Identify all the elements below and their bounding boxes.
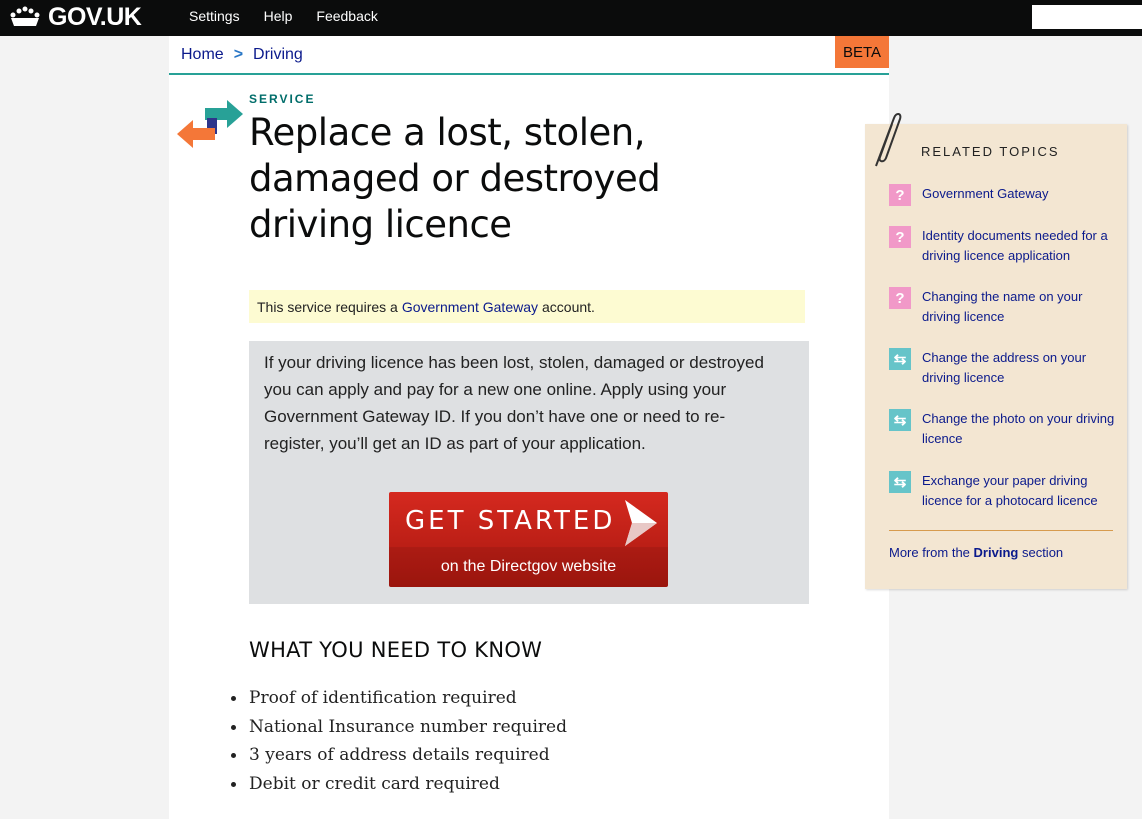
swap-arrows-icon: ⇆ [889,409,911,431]
related-topic-link[interactable]: Identity documents needed for a driving … [922,226,1119,266]
more-prefix: More from the [889,545,970,560]
list-item: National Insurance number required [231,713,567,742]
breadcrumb-driving[interactable]: Driving [253,46,303,64]
question-icon: ? [889,287,911,309]
paperclip-icon [875,113,902,167]
related-topic: ? Government Gateway [889,184,1119,206]
related-topic: ? Identity documents needed for a drivin… [889,226,1119,266]
gateway-notice: This service requires a Government Gatew… [249,290,805,323]
swap-arrows-icon: ⇆ [889,471,911,493]
list-item: Debit or credit card required [231,770,567,799]
requirements-list: Proof of identification required Nationa… [231,684,567,799]
list-item: 3 years of address details required [231,741,567,770]
question-icon: ? [889,184,911,206]
main-content: Home > Driving BETA SERVICE Replace a lo… [169,36,889,819]
related-topic-link[interactable]: Exchange your paper driving licence for … [922,471,1119,511]
nav-feedback[interactable]: Feedback [316,8,377,24]
nav-settings[interactable]: Settings [189,8,240,24]
top-nav: Settings Help Feedback [189,0,402,32]
beta-badge: BETA [835,36,889,68]
related-topic-link[interactable]: Government Gateway [922,184,1048,204]
divider [889,530,1113,531]
question-icon: ? [889,226,911,248]
chevron-right-icon [625,500,657,546]
service-arrows-icon [177,100,243,148]
service-label: SERVICE [249,92,316,106]
callout-text: If your driving licence has been lost, s… [264,353,764,453]
swap-arrows-icon: ⇆ [889,348,911,370]
logo-text: GOV.UK [48,2,142,31]
list-item: Proof of identification required [231,684,567,713]
more-suffix: section [1021,545,1064,560]
breadcrumb: Home > Driving [181,46,303,64]
search-input[interactable] [1032,5,1142,29]
get-started-sublabel: on the Directgov website [389,547,668,587]
more-section-name: Driving [973,545,1019,560]
chevron-right-icon: > [233,46,244,63]
page-title: Replace a lost, stolen, damaged or destr… [249,111,661,246]
get-started-button[interactable]: GET STARTED on the Directgov website [389,492,668,587]
nav-help[interactable]: Help [264,8,293,24]
related-topic: ⇆ Exchange your paper driving licence fo… [889,471,1119,511]
more-driving-link[interactable]: More from the Driving section [889,545,1063,560]
related-topics-title: RELATED TOPICS [921,144,1060,159]
get-started-label: GET STARTED [405,506,616,536]
divider [169,73,889,75]
related-topics-panel: RELATED TOPICS ? Government Gateway ? Id… [865,124,1127,589]
related-topic: ⇆ Change the address on your driving lic… [889,348,1119,388]
related-topic-link[interactable]: Change the photo on your driving licence [922,409,1119,449]
government-gateway-link[interactable]: Government Gateway [402,299,538,315]
related-topic: ⇆ Change the photo on your driving licen… [889,409,1119,449]
related-topic: ? Changing the name on your driving lice… [889,287,1119,327]
top-bar: GOV.UK Settings Help Feedback [0,0,1142,36]
crown-icon [10,6,40,26]
related-topic-link[interactable]: Changing the name on your driving licenc… [922,287,1119,327]
know-heading: WHAT YOU NEED TO KNOW [249,638,543,662]
service-callout: If your driving licence has been lost, s… [249,341,809,604]
breadcrumb-home[interactable]: Home [181,46,224,64]
notice-suffix: account. [542,298,595,315]
notice-prefix: This service requires a [257,298,398,315]
govuk-logo[interactable]: GOV.UK [8,2,142,31]
related-topic-link[interactable]: Change the address on your driving licen… [922,348,1119,388]
